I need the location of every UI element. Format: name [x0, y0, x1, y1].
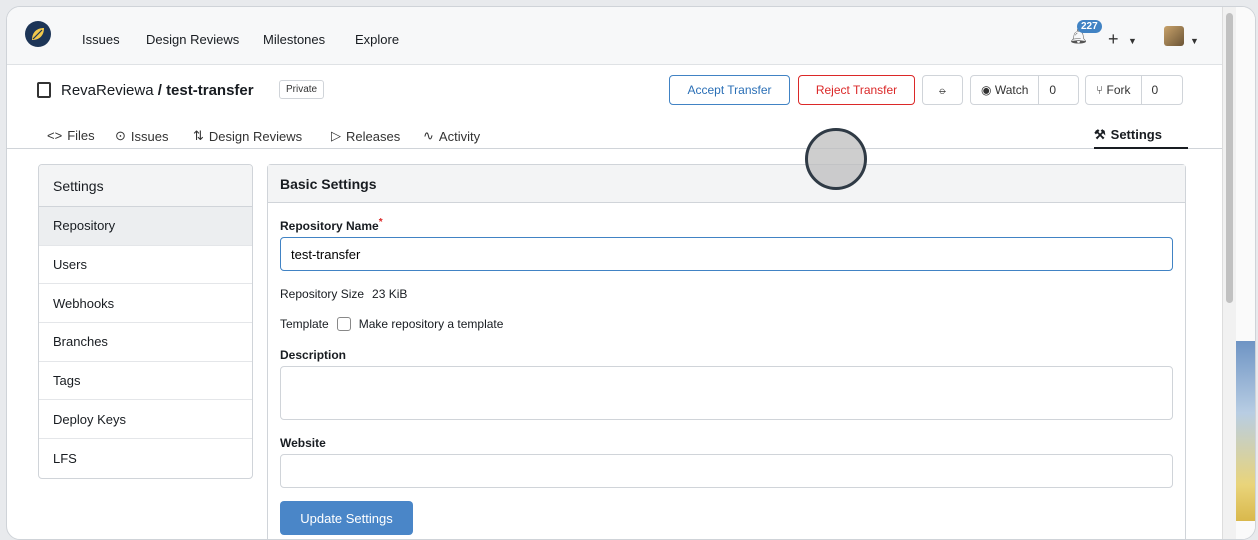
- nav-issues[interactable]: Issues: [82, 32, 120, 47]
- browser-window: Issues Design Reviews Milestones Explore…: [6, 6, 1256, 540]
- repo-header: RevaReviewa / test-transfer Private Acce…: [7, 65, 1222, 149]
- tools-icon: ⚒: [1094, 127, 1106, 142]
- tab-files-label: Files: [67, 128, 95, 143]
- tab-activity[interactable]: ∿ Activity: [423, 128, 480, 144]
- pull-request-icon: ⇅: [193, 128, 204, 143]
- tab-settings-label: Settings: [1110, 127, 1162, 142]
- fork-count[interactable]: 0: [1140, 76, 1169, 104]
- visibility-badge: Private: [279, 80, 325, 99]
- nav-design-reviews[interactable]: Design Reviews: [146, 32, 239, 47]
- app-logo-icon[interactable]: [25, 21, 51, 47]
- repo-name-label-text: Repository Name: [280, 219, 379, 233]
- update-settings-button[interactable]: Update Settings: [280, 501, 413, 535]
- rss-button[interactable]: ⦵: [922, 75, 963, 105]
- repo-title: RevaReviewa / test-transfer: [61, 82, 254, 99]
- tab-releases-label: Releases: [346, 128, 401, 144]
- cursor-indicator: [805, 128, 867, 190]
- description-label: Description: [280, 348, 347, 362]
- accept-transfer-button[interactable]: Accept Transfer: [669, 75, 790, 105]
- template-label: Template: [280, 317, 329, 331]
- top-navbar: Issues Design Reviews Milestones Explore…: [7, 7, 1222, 65]
- user-avatar[interactable]: [1164, 26, 1184, 46]
- background-wallpaper: [1236, 341, 1255, 521]
- sidebar-item-branches[interactable]: Branches: [39, 323, 252, 362]
- sidebar-item-tags[interactable]: Tags: [39, 362, 252, 401]
- notification-count-badge: 227: [1077, 20, 1102, 33]
- vertical-scrollbar[interactable]: [1222, 7, 1236, 539]
- watch-count[interactable]: 0: [1038, 76, 1066, 104]
- template-row: Template Make repository a template: [280, 317, 503, 331]
- sidebar-item-deploy-keys[interactable]: Deploy Keys: [39, 400, 252, 440]
- repo-name-label: Repository Name*: [280, 217, 383, 233]
- basic-settings-panel: Basic Settings Repository Name* Reposito…: [267, 164, 1186, 539]
- template-checkbox[interactable]: [336, 317, 351, 331]
- tab-issues[interactable]: ⊙ Issues: [115, 128, 168, 144]
- rss-icon: ⦵: [937, 82, 948, 97]
- chevron-down-icon[interactable]: ▼: [1128, 36, 1137, 46]
- sidebar-item-lfs[interactable]: LFS: [39, 439, 252, 478]
- tab-releases[interactable]: ▷ Releases: [331, 128, 400, 144]
- issue-icon: ⊙: [115, 128, 126, 143]
- nav-explore[interactable]: Explore: [355, 32, 399, 47]
- create-plus-icon[interactable]: +: [1108, 29, 1119, 50]
- panel-heading: Basic Settings: [268, 165, 1185, 203]
- repo-name-link[interactable]: test-transfer: [166, 82, 254, 99]
- watch-label: Watch: [994, 83, 1029, 97]
- fork-button[interactable]: ⑂ Fork 0: [1085, 75, 1183, 105]
- website-input[interactable]: [280, 454, 1173, 488]
- repo-size-label: Repository Size: [280, 287, 365, 301]
- fork-icon: ⑂: [1096, 83, 1107, 97]
- nav-milestones[interactable]: Milestones: [263, 32, 325, 47]
- reject-transfer-button[interactable]: Reject Transfer: [798, 75, 915, 105]
- sidebar-title: Settings: [39, 165, 252, 207]
- repo-separator: /: [153, 82, 167, 99]
- repo-name-input[interactable]: [280, 237, 1173, 271]
- chevron-down-icon[interactable]: ▼: [1190, 36, 1199, 46]
- repo-size-value: 23 KiB: [372, 287, 408, 301]
- sidebar-item-users[interactable]: Users: [39, 246, 252, 285]
- tag-icon: ▷: [331, 128, 341, 143]
- sidebar-item-webhooks[interactable]: Webhooks: [39, 284, 252, 324]
- repo-size-row: Repository Size 23 KiB: [280, 287, 407, 301]
- website-label: Website: [280, 436, 326, 450]
- fork-label: Fork: [1106, 83, 1131, 97]
- tab-settings[interactable]: ⚒ Settings: [1094, 127, 1162, 143]
- code-icon: <>: [47, 128, 63, 143]
- template-checkbox-label[interactable]: Make repository a template: [359, 317, 504, 331]
- tab-activity-label: Activity: [438, 128, 481, 144]
- tab-design-reviews-label: Design Reviews: [208, 128, 303, 144]
- scrollbar-thumb[interactable]: [1226, 13, 1233, 303]
- eye-icon: ◉: [981, 83, 995, 97]
- active-tab-indicator: [1094, 147, 1188, 149]
- repo-icon: [37, 82, 51, 98]
- settings-sidebar: Settings Repository Users Webhooks Branc…: [38, 164, 253, 479]
- watch-button[interactable]: ◉ Watch 0: [970, 75, 1079, 105]
- repo-owner-link[interactable]: RevaReviewa: [61, 82, 154, 99]
- required-marker: *: [378, 217, 383, 228]
- pulse-icon: ∿: [423, 128, 434, 143]
- tab-design-reviews[interactable]: ⇅ Design Reviews: [193, 128, 302, 144]
- tab-files[interactable]: <> Files: [47, 128, 95, 143]
- tab-issues-label: Issues: [130, 128, 169, 144]
- sidebar-item-repository[interactable]: Repository: [39, 207, 252, 246]
- description-textarea[interactable]: [280, 366, 1173, 420]
